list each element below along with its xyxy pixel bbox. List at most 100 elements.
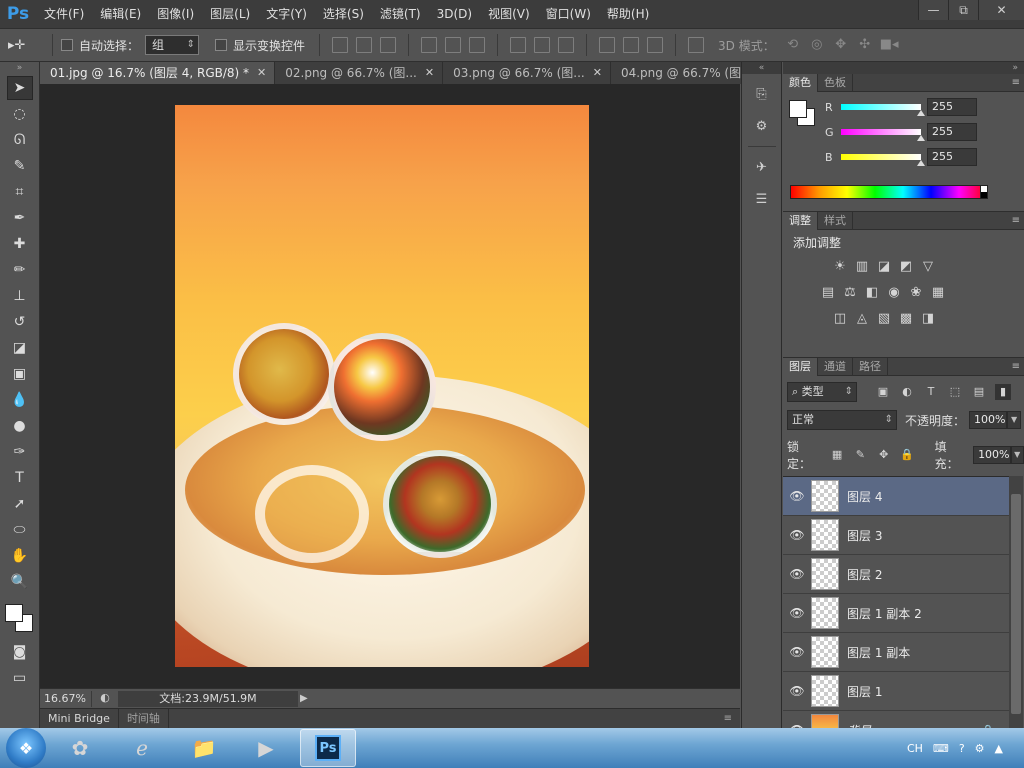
shape-tool-icon[interactable]: ⬭: [7, 518, 33, 542]
layer-filter-dropdown[interactable]: ⌕ 类型: [787, 382, 857, 402]
taskbar-ie-icon[interactable]: ℯ: [114, 729, 170, 767]
visibility-eye-icon[interactable]: 👁: [783, 645, 811, 659]
tab-styles[interactable]: 样式: [818, 211, 853, 230]
color-lookup-icon[interactable]: ▦: [929, 284, 947, 302]
lock-pixels-icon[interactable]: ✎: [853, 447, 868, 463]
layer-row[interactable]: 👁 图层 1 副本: [783, 633, 1009, 672]
restore-button[interactable]: ⧉: [948, 0, 978, 20]
align-hcenter-icon[interactable]: [445, 37, 462, 53]
tab-channels[interactable]: 通道: [818, 357, 853, 376]
doc-tab-02[interactable]: 02.png @ 66.7% (图... ✕: [275, 62, 444, 84]
curves-icon[interactable]: ◪: [875, 258, 893, 276]
move-tool-icon[interactable]: ➤: [6, 76, 33, 100]
3d-roll-icon[interactable]: ◎: [808, 38, 826, 52]
b-value-field[interactable]: 255: [927, 148, 977, 166]
levels-icon[interactable]: ▥: [853, 258, 871, 276]
screen-mode-icon[interactable]: ▭: [7, 666, 33, 690]
layers-scrollbar[interactable]: [1009, 476, 1023, 740]
eyedropper-tool-icon[interactable]: ✒: [7, 206, 33, 230]
visibility-eye-icon[interactable]: 👁: [783, 567, 811, 581]
menu-file[interactable]: 文件(F): [36, 0, 92, 28]
close-tab-icon[interactable]: ✕: [257, 62, 266, 84]
photo-filter-icon[interactable]: ◉: [885, 284, 903, 302]
collapse-icon[interactable]: «: [742, 62, 781, 74]
healing-brush-tool-icon[interactable]: ✚: [7, 232, 33, 256]
scrollbar-thumb[interactable]: [1011, 494, 1021, 714]
properties-panel-icon[interactable]: ⚙: [749, 114, 775, 138]
zoom-level-field[interactable]: 16.67%: [40, 690, 92, 707]
align-left-icon[interactable]: [421, 37, 438, 53]
filter-adjust-icon[interactable]: ◐: [899, 384, 915, 400]
auto-align-icon[interactable]: [688, 37, 705, 53]
visibility-eye-icon[interactable]: 👁: [783, 489, 811, 503]
hue-saturation-icon[interactable]: ▤: [819, 284, 837, 302]
g-value-field[interactable]: 255: [927, 123, 977, 141]
close-tab-icon[interactable]: ✕: [425, 62, 434, 84]
settings-icon[interactable]: ⚙: [975, 742, 985, 755]
document-canvas[interactable]: [175, 105, 589, 667]
color-swatches[interactable]: [4, 604, 35, 634]
tab-paths[interactable]: 路径: [853, 357, 888, 376]
visibility-eye-icon[interactable]: 👁: [783, 684, 811, 698]
fill-arrow-icon[interactable]: ▼: [1010, 446, 1024, 464]
lock-position-icon[interactable]: ✥: [876, 447, 891, 463]
filter-toggle-icon[interactable]: ▮: [995, 384, 1011, 400]
vibrance-icon[interactable]: ▽: [919, 258, 937, 276]
filter-pixel-icon[interactable]: ▣: [875, 384, 891, 400]
taskbar-media-player-icon[interactable]: ▶: [238, 729, 294, 767]
show-hidden-icons-icon[interactable]: ▲: [995, 742, 1003, 755]
filter-smart-icon[interactable]: ▤: [971, 384, 987, 400]
pen-tool-icon[interactable]: ✑: [7, 440, 33, 464]
exposure-icon[interactable]: ◩: [897, 258, 915, 276]
panel-menu-icon[interactable]: ≡: [1012, 212, 1020, 230]
history-panel-icon[interactable]: ⎘: [749, 82, 775, 106]
menu-type[interactable]: 文字(Y): [258, 0, 315, 28]
brush-tool-icon[interactable]: ✏: [7, 258, 33, 282]
brush-presets-panel-icon[interactable]: ☰: [749, 187, 775, 211]
lock-all-icon[interactable]: 🔒: [899, 447, 914, 463]
menu-select[interactable]: 选择(S): [315, 0, 372, 28]
slider-thumb[interactable]: [917, 110, 925, 116]
brightness-contrast-icon[interactable]: ☀: [831, 258, 849, 276]
quick-mask-icon[interactable]: ◙: [7, 640, 33, 664]
filter-type-icon[interactable]: T: [923, 384, 939, 400]
align-right-icon[interactable]: [469, 37, 486, 53]
distribute-top-icon[interactable]: [510, 37, 527, 53]
invert-icon[interactable]: ◫: [831, 310, 849, 328]
menu-edit[interactable]: 编辑(E): [92, 0, 149, 28]
path-select-tool-icon[interactable]: ➚: [7, 492, 33, 516]
threshold-icon[interactable]: ▧: [875, 310, 893, 328]
3d-drag-icon[interactable]: ✥: [832, 38, 850, 52]
keyboard-icon[interactable]: ⌨: [933, 742, 949, 755]
lasso-tool-icon[interactable]: ᘏ: [7, 128, 33, 152]
visibility-eye-icon[interactable]: 👁: [783, 528, 811, 542]
clone-stamp-tool-icon[interactable]: ⊥: [7, 284, 33, 308]
move-tool-preset-icon[interactable]: ▸✛: [8, 38, 44, 53]
hand-tool-icon[interactable]: ✋: [7, 544, 33, 568]
tab-color[interactable]: 颜色: [783, 73, 818, 92]
tab-timeline[interactable]: 时间轴: [119, 708, 169, 729]
menu-3d[interactable]: 3D(D): [429, 0, 480, 28]
tab-swatches[interactable]: 色板: [818, 73, 853, 92]
doc-tab-03[interactable]: 03.png @ 66.7% (图... ✕: [443, 62, 611, 84]
type-tool-icon[interactable]: T: [7, 466, 33, 490]
layer-row[interactable]: 👁 图层 3: [783, 516, 1009, 555]
taskbar-photoshop-button[interactable]: Ps: [300, 729, 356, 767]
black-white-icon[interactable]: ◧: [863, 284, 881, 302]
distribute-right-icon[interactable]: [647, 37, 664, 53]
doc-info-icon[interactable]: ◐: [96, 691, 114, 707]
foreground-color[interactable]: [4, 604, 23, 622]
auto-select-dropdown[interactable]: 组: [145, 35, 200, 55]
align-bottom-icon[interactable]: [380, 37, 397, 53]
fill-field[interactable]: 100%: [973, 446, 1011, 464]
panel-menu-icon[interactable]: ≡: [1012, 74, 1020, 92]
info-menu-arrow-icon[interactable]: ▶: [300, 693, 314, 704]
close-tab-icon[interactable]: ✕: [593, 62, 602, 84]
gradient-tool-icon[interactable]: ▣: [7, 362, 33, 386]
close-button[interactable]: ✕: [978, 0, 1024, 20]
color-balance-icon[interactable]: ⚖: [841, 284, 859, 302]
zoom-tool-icon[interactable]: 🔍: [7, 570, 33, 594]
distribute-left-icon[interactable]: [599, 37, 616, 53]
3d-rotate-icon[interactable]: ⟲: [784, 38, 802, 52]
visibility-eye-icon[interactable]: 👁: [783, 606, 811, 620]
